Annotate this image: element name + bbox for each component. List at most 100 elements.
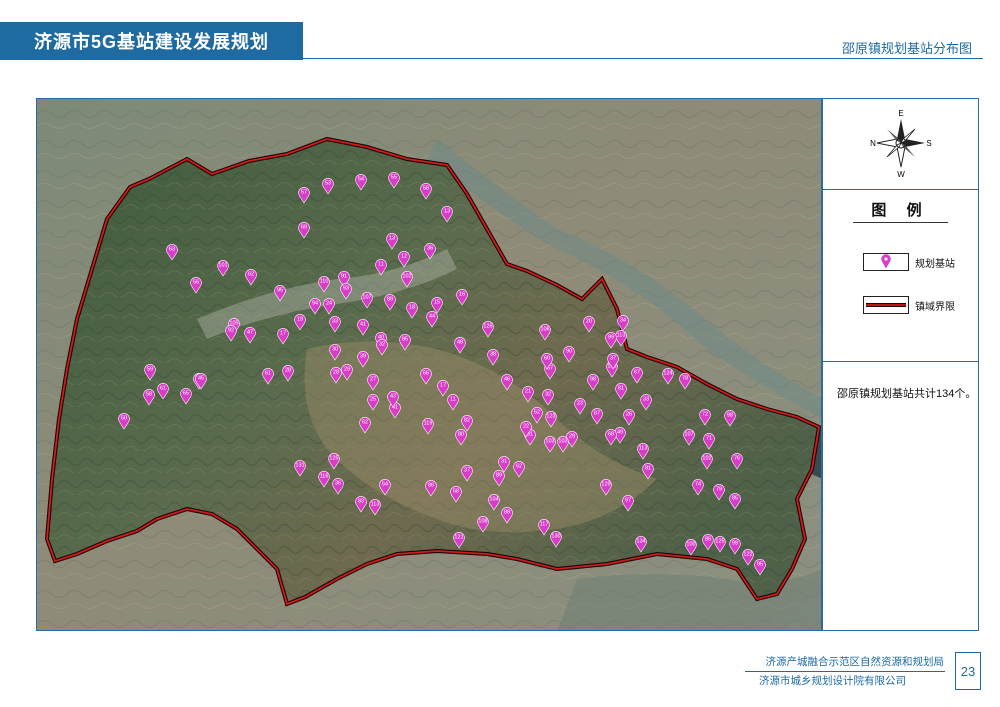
- station-number: 89: [387, 297, 393, 303]
- station-number: 79: [716, 487, 722, 493]
- station-number: 13: [389, 236, 395, 242]
- station-number: 21: [525, 389, 531, 395]
- station-number: 36: [427, 246, 433, 252]
- legend-label-boundary: 镇域界限: [915, 302, 955, 313]
- station-number: 125: [329, 456, 338, 462]
- station-number: 44: [429, 314, 435, 320]
- station-number: 87: [594, 411, 600, 417]
- station-number: 124: [663, 371, 672, 377]
- station-number: 67: [634, 370, 640, 376]
- station-number: 95: [757, 562, 763, 568]
- station-number: 113: [617, 333, 626, 339]
- compass-top-label: E: [898, 109, 903, 118]
- station-number: 54: [358, 177, 364, 183]
- station-number: 31: [501, 459, 507, 465]
- station-number: 32: [379, 342, 385, 348]
- footer-org-secondary: 济源市城乡规划设计院有限公司: [759, 675, 906, 687]
- station-number: 30: [332, 347, 338, 353]
- station-number: 59: [147, 367, 153, 373]
- station-number: 98: [590, 377, 596, 383]
- station-number: 103: [558, 439, 567, 445]
- station-number: 48: [457, 340, 463, 346]
- compass-left-label: N: [870, 139, 876, 148]
- map-canvas: 57 53 54 55 58 13 69 13 36 63 101 62 91 11 12 102 110 93 9…: [37, 99, 821, 630]
- station-number: 71: [706, 436, 712, 442]
- station-count-summary: 邵原镇规划基站共计134个。: [837, 388, 977, 400]
- station-number: 52: [534, 410, 540, 416]
- station-number: 126: [483, 324, 492, 330]
- station-number: 20: [586, 319, 592, 325]
- station-number: 106: [540, 327, 549, 333]
- station-number: 33: [332, 319, 338, 325]
- station-number: 72: [702, 412, 708, 418]
- station-number: 26: [626, 412, 632, 418]
- station-number: 66: [423, 371, 429, 377]
- station-number: 60: [544, 356, 550, 362]
- station-number: 82: [464, 418, 470, 424]
- map-subtitle: 邵原镇规划基站分布图: [841, 41, 972, 56]
- station-number: 99: [732, 541, 738, 547]
- station-number: 64: [382, 482, 388, 488]
- station-number: 19: [297, 317, 303, 323]
- station-number: 90: [566, 349, 572, 355]
- station-number: 86: [428, 483, 434, 489]
- legend-swatch-boundary: [863, 296, 909, 314]
- satellite-map[interactable]: 57 53 54 55 58 13 69 13 36 63 101 62 91 11 12 102 110 93 9…: [36, 98, 822, 631]
- station-number: 58: [453, 489, 459, 495]
- station-number: 63: [169, 247, 175, 253]
- legend-item-boundary: 镇域界限: [863, 296, 973, 316]
- station-number: 89: [496, 473, 502, 479]
- station-number: 25: [370, 397, 376, 403]
- station-number: 131: [295, 463, 304, 469]
- station-number: 117: [540, 522, 549, 528]
- station-number: 65: [183, 391, 189, 397]
- station-number: 17: [280, 331, 286, 337]
- station-number: 107: [684, 432, 693, 438]
- station-number: 11: [378, 262, 384, 268]
- station-number: 81: [645, 466, 651, 472]
- station-number: 85: [705, 537, 711, 543]
- station-number: 108: [478, 519, 487, 525]
- station-number: 27: [370, 377, 376, 383]
- station-number: 113: [371, 502, 380, 508]
- station-number: 62: [248, 272, 254, 278]
- station-number: 134: [636, 539, 645, 545]
- station-number: 113: [639, 446, 648, 452]
- legend-panel: E W N S 图 例 规划基站 镇域界限 邵原镇规划基站共计134个。: [822, 98, 979, 631]
- footer-divider: [745, 671, 945, 672]
- station-number: 37: [610, 356, 616, 362]
- station-number: 130: [551, 534, 560, 540]
- footer-org-primary: 济源产城融合示范区自然资源和规划局: [765, 656, 945, 668]
- station-number: 103: [545, 439, 554, 445]
- station-number: 33: [643, 397, 649, 403]
- station-number: 36: [335, 481, 341, 487]
- station-number: 55: [391, 175, 397, 181]
- station-number: 17: [440, 383, 446, 389]
- legend-swatch-station: [863, 253, 909, 271]
- station-number: 34: [620, 318, 626, 324]
- station-number: 94: [312, 301, 318, 307]
- station-number: 43: [390, 394, 396, 400]
- station-number: 28: [285, 368, 291, 374]
- station-number: 37: [464, 468, 470, 474]
- station-number: 100: [686, 542, 695, 548]
- station-number: 49: [617, 430, 623, 436]
- station-number: 68: [608, 432, 614, 438]
- legend-item-station: 规划基站: [863, 253, 973, 273]
- station-number: 85: [402, 337, 408, 343]
- station-number: 93: [343, 286, 349, 292]
- station-number: 46: [504, 377, 510, 383]
- legend-box: 图 例 规划基站 镇域界限: [823, 189, 978, 362]
- station-number: 56: [193, 280, 199, 286]
- station-marker-icon: [880, 253, 892, 270]
- station-number: 62: [516, 464, 522, 470]
- station-number: 129: [601, 482, 610, 488]
- station-number: 15: [434, 300, 440, 306]
- compass-box: E W N S: [823, 99, 978, 190]
- boundary-line-icon: [866, 303, 906, 307]
- station-number: 13: [444, 209, 450, 215]
- page-number: 23: [955, 652, 981, 690]
- station-number: 102: [402, 274, 411, 280]
- station-number: 110: [320, 279, 329, 285]
- station-number: 107: [362, 295, 371, 301]
